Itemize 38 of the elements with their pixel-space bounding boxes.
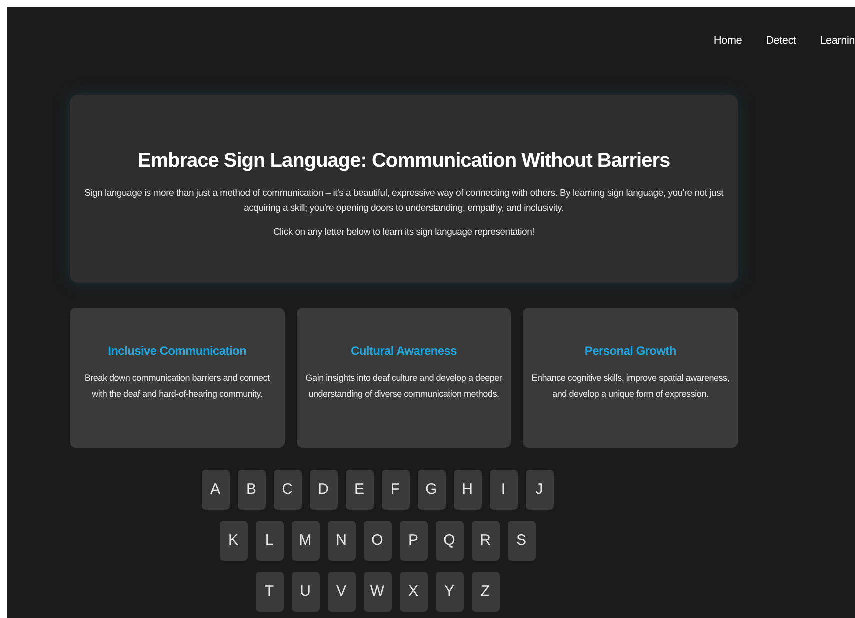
card-title: Cultural Awareness (351, 343, 457, 360)
card-text: Enhance cognitive skills, improve spatial awareness, and develop a unique form of expression. (531, 372, 730, 401)
letter-button[interactable]: H (454, 470, 482, 510)
letter-button[interactable]: P (400, 521, 428, 561)
letter-button[interactable]: I (490, 470, 518, 510)
hero-title: Embrace Sign Language: Communication Without Barriers (138, 148, 670, 174)
letter-button[interactable]: N (328, 521, 356, 561)
letter-button[interactable]: W (364, 572, 392, 612)
letter-button[interactable]: Z (472, 572, 500, 612)
letter-button[interactable]: D (310, 470, 338, 510)
nav-link[interactable]: Home (714, 33, 742, 47)
card-text: Gain insights into deaf culture and develop a deeper understanding of diverse communication methods. (304, 372, 504, 401)
letter-button[interactable]: Y (436, 572, 464, 612)
letter-button[interactable]: T (256, 572, 284, 612)
hero-description: Sign language is more than just a method of communication – it's a beautiful, expressive way of connecting with others. By learning sign language, you're not just acquiring a skill; you're opening doors to understanding, empathy, and inclusivity. (84, 186, 724, 216)
card-text: Break down communication barriers and connect with the deaf and hard-of-hearing community. (84, 372, 271, 401)
letter-button[interactable]: U (292, 572, 320, 612)
letter-button[interactable]: B (238, 470, 266, 510)
letter-button[interactable]: X (400, 572, 428, 612)
letter-button[interactable]: O (364, 521, 392, 561)
nav-link[interactable]: Learnin (820, 33, 855, 47)
letter-button[interactable]: G (418, 470, 446, 510)
letter-button[interactable]: F (382, 470, 410, 510)
letter-button[interactable]: A (202, 470, 230, 510)
nav-link[interactable]: Detect (766, 33, 796, 47)
card-title: Inclusive Communication (108, 343, 247, 360)
letter-button[interactable]: C (274, 470, 302, 510)
letter-button[interactable]: J (526, 470, 554, 510)
letter-button[interactable]: L (256, 521, 284, 561)
letter-button[interactable]: Q (436, 521, 464, 561)
letter-button[interactable]: V (328, 572, 356, 612)
card-title: Personal Growth (584, 343, 676, 360)
letter-button[interactable]: S (508, 521, 536, 561)
letter-button[interactable]: E (346, 470, 374, 510)
letter-button[interactable]: K (220, 521, 248, 561)
hero-hint: Click on any letter below to learn its sign language representation! (273, 226, 535, 240)
letter-button[interactable]: R (472, 521, 500, 561)
letter-button[interactable]: M (292, 521, 320, 561)
